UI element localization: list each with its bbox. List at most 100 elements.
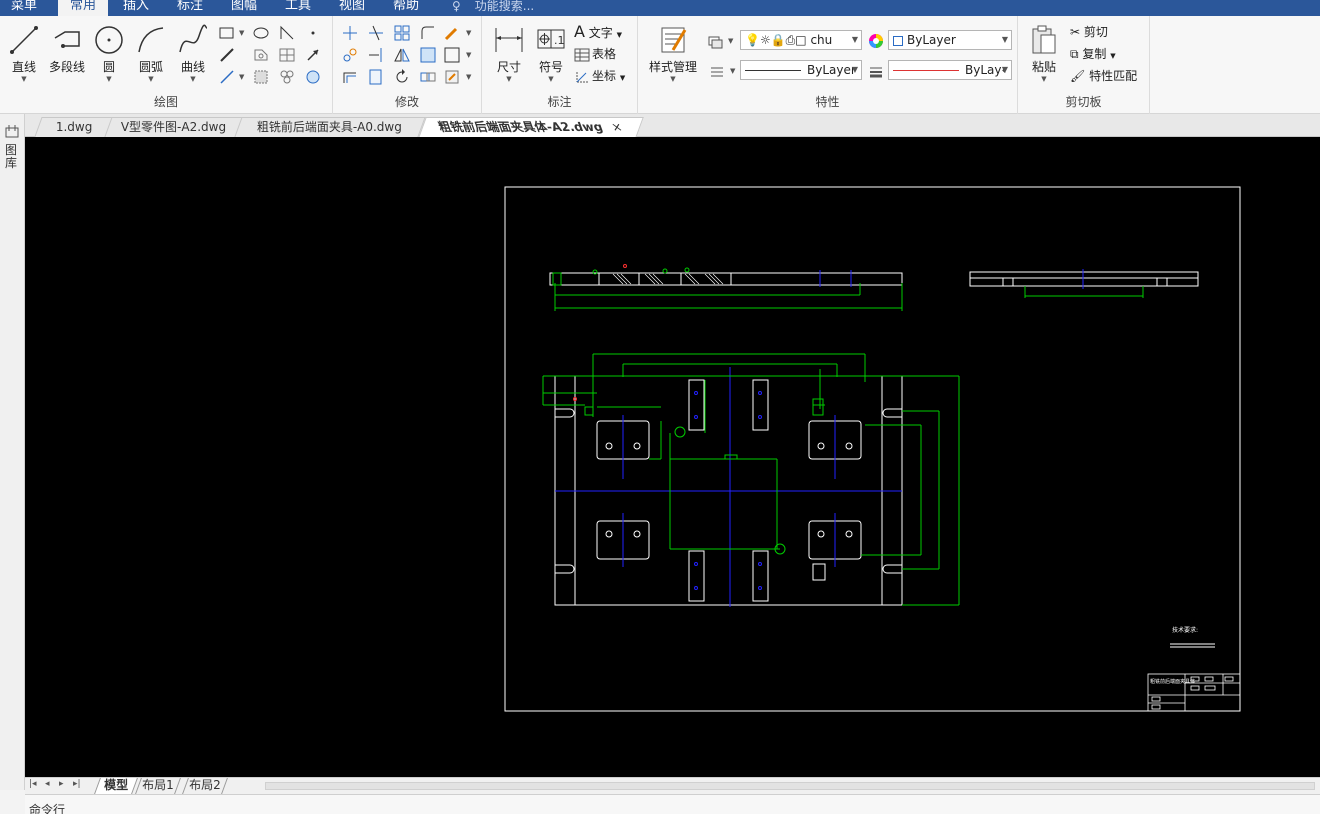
doc-tab-label: 粗铣前后端面夹具体-A2.dwg [436, 120, 606, 134]
rectangle-icon[interactable] [218, 24, 236, 42]
stretch-icon[interactable] [419, 46, 437, 64]
chevron-down-icon: ▼ [619, 74, 626, 82]
offset-icon[interactable] [341, 68, 359, 86]
copy-button[interactable]: ⧉ 复制 ▼ [1070, 44, 1116, 64]
prev-layout-icon[interactable]: ◂ [45, 779, 50, 789]
trim-icon[interactable] [367, 24, 385, 42]
library-icon[interactable] [5, 124, 19, 138]
match-properties-button[interactable]: 🖌 特性匹配 [1070, 66, 1137, 86]
cloud-icon[interactable] [278, 68, 296, 86]
horizontal-scrollbar[interactable] [265, 782, 1315, 790]
layout-tab-model[interactable]: 模型 [94, 778, 138, 794]
break-icon[interactable] [367, 68, 385, 86]
dimension-tool-button[interactable]: 尺寸 ▼ [490, 24, 528, 83]
layer-select[interactable]: 💡☼🔒⎙□ chu ▼ [740, 30, 862, 50]
spline-tool-button[interactable]: 曲线 ▼ [174, 24, 212, 83]
menu-tab-annotate[interactable]: 标注 [166, 0, 214, 16]
doc-tab[interactable]: 粗铣前后端面夹具-A0.dwg [234, 117, 426, 137]
layout-tab-label: 布局1 [142, 778, 174, 792]
menu-tab-home[interactable]: 常用 [58, 0, 108, 16]
function-search[interactable]: ♀ 功能搜索... [452, 0, 534, 16]
lock-icon: 🔒 [770, 33, 786, 47]
last-layout-icon[interactable]: ▸| [73, 779, 81, 789]
ray-icon[interactable] [218, 68, 236, 86]
arrow-pointer-icon[interactable] [304, 46, 322, 64]
menu-tab-insert[interactable]: 插入 [112, 0, 160, 16]
line-tool-button[interactable]: 直线 ▼ [6, 24, 42, 83]
table-tool-button[interactable]: 表格 [574, 44, 616, 64]
menu-tab-view[interactable]: 视图 [328, 0, 376, 16]
tech-requirements-text: 技术要求: [1172, 626, 1198, 634]
join-icon[interactable] [419, 68, 437, 86]
coordinate-tool-button[interactable]: 坐标 ▼ [574, 66, 625, 86]
doc-tab-label: 粗铣前后端面夹具-A0.dwg [257, 120, 403, 134]
ribbon-group-modify: ▼ ▼ ▼ 修改 [333, 16, 482, 114]
region-icon[interactable] [252, 46, 270, 64]
ribbon-group-properties-label: 特性 [815, 95, 840, 109]
array-icon[interactable] [393, 24, 411, 42]
symbol-tool-button[interactable]: .1 符号 ▼ [532, 24, 570, 83]
point-icon[interactable] [304, 24, 322, 42]
menu-tab-help[interactable]: 帮助 [382, 0, 430, 16]
polyline-tool-button[interactable]: 多段线 [44, 24, 90, 75]
layout-tab-layout1[interactable]: 布局1 [135, 778, 181, 794]
title-block-name: 粗铣前后端面夹具体 [1150, 678, 1195, 685]
table-grid-icon[interactable] [278, 46, 296, 64]
style-manager-label: 样式管理 [648, 60, 697, 74]
boundary-icon[interactable] [252, 68, 270, 86]
drawing-canvas[interactable]: 技术要求: 粗铣前后端面夹具体 [25, 137, 1320, 777]
doc-tab[interactable]: 1.dwg [34, 117, 114, 137]
text-tool-button[interactable]: A 文字 ▼ [574, 22, 622, 42]
erase-icon[interactable] [443, 24, 461, 42]
arc-tool-button[interactable]: 圆弧 ▼ [132, 24, 170, 83]
menu-tab-menu[interactable]: 菜单 [0, 0, 48, 16]
move-icon[interactable] [341, 24, 359, 42]
mirror-icon[interactable] [393, 46, 411, 64]
linetype-lines-icon[interactable] [708, 62, 726, 80]
ribbon-group-annotate-label: 标注 [547, 95, 572, 109]
layer-manager-icon[interactable] [706, 32, 724, 50]
style-manager-button[interactable]: 样式管理 ▼ [642, 24, 704, 83]
wipeout-icon[interactable] [304, 68, 322, 86]
scale-icon[interactable] [443, 46, 461, 64]
color-wheel-icon[interactable] [867, 32, 885, 50]
fillet-icon[interactable] [419, 24, 437, 42]
ellipse-icon[interactable] [252, 24, 270, 42]
close-icon[interactable]: × [609, 118, 626, 137]
ribbon-group-draw-label: 绘图 [153, 95, 178, 109]
first-layout-icon[interactable]: |◂ [29, 779, 37, 789]
extend-icon[interactable] [367, 46, 385, 64]
explode-icon[interactable] [443, 68, 461, 86]
ribbon-group-draw: 直线 ▼ 多段线 圆 ▼ 圆弧 ▼ 曲线 ▼ ▼ ▼ 绘图 [0, 16, 333, 114]
circle-icon [95, 26, 123, 54]
arc-tool-label: 圆弧 [138, 60, 163, 74]
paste-button[interactable]: 粘贴 ▼ [1024, 24, 1064, 83]
lineweight-select[interactable]: ByLay‹ ▼ [888, 60, 1012, 80]
rotate-icon[interactable] [393, 68, 411, 86]
menu-tab-sheet[interactable]: 图幅 [220, 0, 268, 16]
scissors-icon: ✂ [1070, 25, 1081, 39]
layout-tab-layout2[interactable]: 布局2 [182, 778, 228, 794]
text-tool-label: 文字 [588, 26, 613, 40]
lineweight-icon[interactable] [867, 62, 885, 80]
library-panel-toggle[interactable]: 图库 [5, 144, 19, 170]
color-select[interactable]: ByLayer ▼ [888, 30, 1012, 50]
linetype-select[interactable]: ByLayer ▼ [740, 60, 862, 80]
chevron-down-icon: ▼ [1041, 75, 1047, 83]
next-layout-icon[interactable]: ▸ [59, 779, 64, 789]
printer-icon: ⎙ [785, 33, 796, 47]
circle-tool-button[interactable]: 圆 ▼ [92, 24, 126, 83]
hatch-angle-icon[interactable] [278, 24, 296, 42]
copy-object-icon[interactable] [341, 46, 359, 64]
chevron-down-icon: ▼ [190, 75, 196, 83]
menu-tab-tools[interactable]: 工具 [274, 0, 322, 16]
chevron-down-icon: ▼ [106, 75, 112, 83]
chevron-down-icon: ▼ [466, 29, 472, 37]
doc-tab-active[interactable]: 粗铣前后端面夹具体-A2.dwg × [418, 117, 644, 138]
command-line[interactable]: 命令行 [25, 794, 1320, 814]
cut-button[interactable]: ✂ 剪切 [1070, 22, 1108, 42]
doc-tab[interactable]: V型零件图-A2.dwg [104, 117, 244, 137]
construction-line-icon[interactable] [218, 46, 236, 64]
svg-text:.1: .1 [554, 34, 565, 47]
tolerance-symbol-icon: .1 [537, 29, 565, 49]
